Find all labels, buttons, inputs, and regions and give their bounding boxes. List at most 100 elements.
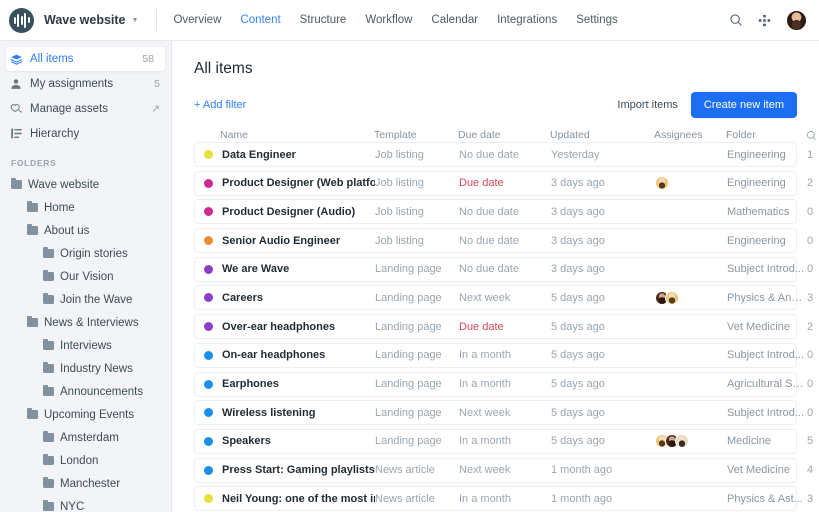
folder-item-wave-website[interactable]: Wave website xyxy=(0,173,171,196)
avatar[interactable] xyxy=(786,10,807,31)
folder-icon xyxy=(43,295,54,304)
folder-item-interviews[interactable]: Interviews xyxy=(0,334,171,357)
sidebar: All items 58 My assignments 5 Manage ass… xyxy=(0,41,172,512)
main-nav: Overview Content Structure Workflow Cale… xyxy=(173,14,617,26)
nav-item-integrations[interactable]: Integrations xyxy=(497,14,557,26)
folder-icon xyxy=(27,203,38,212)
avatar[interactable] xyxy=(665,291,679,305)
folder-icon xyxy=(43,341,54,350)
folder-label: Wave website xyxy=(28,179,99,191)
wave-logo-icon[interactable] xyxy=(9,8,34,33)
nav-item-settings[interactable]: Settings xyxy=(576,14,618,26)
folder-item-industry-news[interactable]: Industry News xyxy=(0,357,171,380)
folder-item-announcements[interactable]: Announcements xyxy=(0,380,171,403)
column-header-name[interactable]: Name xyxy=(194,129,374,141)
item-due-date: No due date xyxy=(459,206,551,218)
search-icon[interactable] xyxy=(729,13,743,27)
nav-item-structure[interactable]: Structure xyxy=(300,14,347,26)
table-row[interactable]: We are Wave Landing page No due date 3 d… xyxy=(194,257,797,282)
folder-icon xyxy=(43,502,54,511)
column-header-template[interactable]: Template xyxy=(374,129,458,141)
folder-label: Origin stories xyxy=(60,248,128,260)
item-count: 3 xyxy=(807,493,819,505)
nav-item-overview[interactable]: Overview xyxy=(173,14,221,26)
item-count: 4 xyxy=(807,464,819,476)
folder-item-amsterdam[interactable]: Amsterdam xyxy=(0,426,171,449)
sidebar-item-manage-assets[interactable]: Manage assets ↗ xyxy=(0,96,171,121)
status-dot xyxy=(204,380,213,389)
item-name: Data Engineer xyxy=(222,149,296,161)
folder-item-origin-stories[interactable]: Origin stories xyxy=(0,242,171,265)
nav-item-content[interactable]: Content xyxy=(240,14,280,26)
workspace-name: Wave website xyxy=(44,13,126,27)
item-due-date: In a month xyxy=(459,493,551,505)
avatar[interactable] xyxy=(655,176,669,190)
table-row[interactable]: On-ear headphones Landing page In a mont… xyxy=(194,343,797,368)
item-count: 0 xyxy=(807,349,819,361)
item-folder: Engineering xyxy=(727,177,807,189)
folder-item-about-us[interactable]: About us xyxy=(0,219,171,242)
item-count: 0 xyxy=(807,235,819,247)
folder-item-nyc[interactable]: NYC xyxy=(0,495,171,512)
status-dot xyxy=(204,494,213,503)
table-row[interactable]: Data Engineer Job listing No due date Ye… xyxy=(194,142,797,167)
add-filter-button[interactable]: + Add filter xyxy=(194,99,246,111)
top-bar-actions xyxy=(729,10,807,31)
table-row[interactable]: Product Designer (Audio) Job listing No … xyxy=(194,199,797,224)
item-name: Over-ear headphones xyxy=(222,321,335,333)
column-header-assignees[interactable]: Assignees xyxy=(654,129,726,141)
create-new-item-button[interactable]: Create new item xyxy=(691,92,797,118)
column-header-due-date[interactable]: Due date xyxy=(458,129,550,141)
item-count: 0 xyxy=(807,407,819,419)
table-row[interactable]: Careers Landing page Next week 5 days ag… xyxy=(194,285,797,310)
apps-grid-icon[interactable] xyxy=(758,14,771,27)
avatar[interactable] xyxy=(675,434,689,448)
import-items-button[interactable]: Import items xyxy=(617,99,678,111)
item-template: Job listing xyxy=(375,177,459,189)
folder-item-upcoming-events[interactable]: Upcoming Events xyxy=(0,403,171,426)
table-row[interactable]: Neil Young: one of the most influ News a… xyxy=(194,486,797,511)
folder-label: Our Vision xyxy=(60,271,113,283)
folder-item-home[interactable]: Home xyxy=(0,196,171,219)
item-template: Landing page xyxy=(375,321,459,333)
sidebar-item-all-items[interactable]: All items 58 xyxy=(6,47,165,71)
table-row[interactable]: Product Designer (Web platform) Job list… xyxy=(194,171,797,196)
workspace-switcher[interactable]: Wave website ▼ xyxy=(44,13,138,27)
item-name: We are Wave xyxy=(222,263,289,275)
item-updated: 5 days ago xyxy=(551,321,655,333)
nav-item-calendar[interactable]: Calendar xyxy=(431,14,478,26)
folder-label: Amsterdam xyxy=(60,432,119,444)
folder-item-news-and-interviews[interactable]: News & Interviews xyxy=(0,311,171,334)
table-row[interactable]: Earphones Landing page In a month 5 days… xyxy=(194,372,797,397)
folder-icon xyxy=(43,364,54,373)
column-header-updated[interactable]: Updated xyxy=(550,129,654,141)
table-search-icon[interactable] xyxy=(806,130,819,141)
main-content: All items + Add filter Import items Crea… xyxy=(172,41,819,512)
item-updated: 3 days ago xyxy=(551,177,655,189)
table-row[interactable]: Over-ear headphones Landing page Due dat… xyxy=(194,314,797,339)
folder-item-join-the-wave[interactable]: Join the Wave xyxy=(0,288,171,311)
nav-item-workflow[interactable]: Workflow xyxy=(365,14,412,26)
item-folder: Physics & Ast... xyxy=(727,493,807,505)
folder-item-manchester[interactable]: Manchester xyxy=(0,472,171,495)
table-row[interactable]: Senior Audio Engineer Job listing No due… xyxy=(194,228,797,253)
hierarchy-icon xyxy=(10,127,26,140)
item-due-date: In a month xyxy=(459,435,551,447)
item-count: 2 xyxy=(807,321,819,333)
status-dot xyxy=(204,293,213,302)
table-row[interactable]: Wireless listening Landing page Next wee… xyxy=(194,400,797,425)
column-header-folder[interactable]: Folder xyxy=(726,129,806,141)
status-dot xyxy=(204,351,213,360)
sidebar-item-my-assignments[interactable]: My assignments 5 xyxy=(0,71,171,96)
folder-item-london[interactable]: London xyxy=(0,449,171,472)
sidebar-item-hierarchy[interactable]: Hierarchy xyxy=(0,121,171,146)
folder-label: Manchester xyxy=(60,478,120,490)
folder-item-our-vision[interactable]: Our Vision xyxy=(0,265,171,288)
table-row[interactable]: Speakers Landing page In a month 5 days … xyxy=(194,429,797,454)
table-row[interactable]: Press Start: Gaming playlists are News a… xyxy=(194,458,797,483)
assignee-avatars xyxy=(655,434,689,448)
item-folder: Subject Introd... xyxy=(727,349,807,361)
folder-label: Announcements xyxy=(60,386,143,398)
item-count: 5 xyxy=(807,435,819,447)
item-template: Job listing xyxy=(375,235,459,247)
